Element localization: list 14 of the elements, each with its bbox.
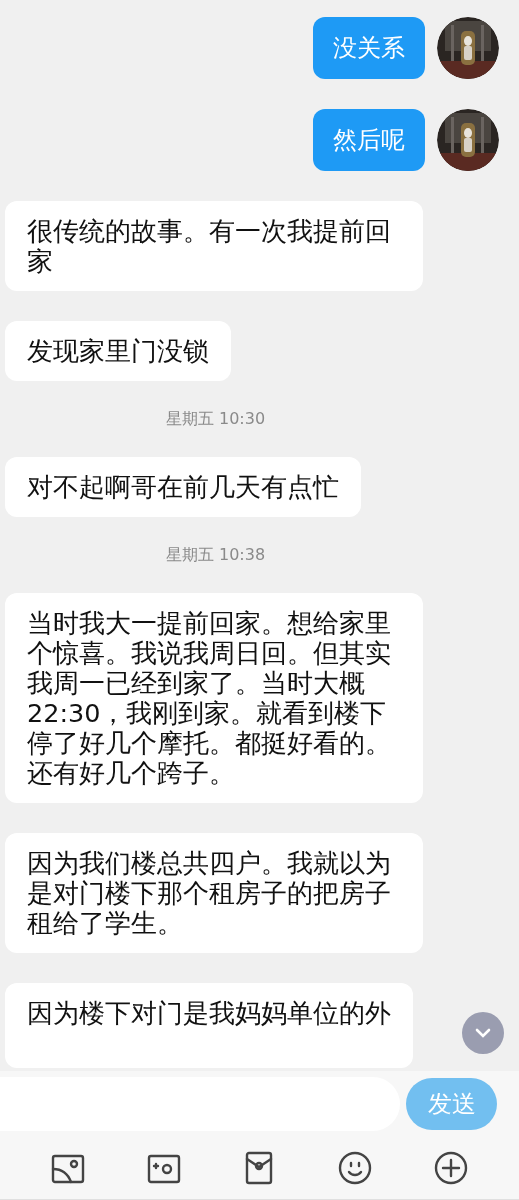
message-bubble: 没关系 <box>313 17 425 79</box>
emoji-icon[interactable] <box>337 1150 374 1186</box>
scroll-down-button[interactable] <box>462 1012 504 1054</box>
message-bubble: 因为楼下对门是我妈妈单位的外 <box>5 983 413 1068</box>
timestamp: 星期五 10:38 <box>165 544 266 566</box>
message-bubble: 很传统的故事。有一次我提前回家 <box>5 201 423 291</box>
message-bubble: 因为我们楼总共四户。我就以为是对门楼下那个租房子的把房子租给了学生。 <box>5 833 423 953</box>
message-bubble: 对不起啊哥在前几天有点忙 <box>5 457 361 517</box>
message-bubble: 当时我大一提前回家。想给家里个惊喜。我说我周日回。但其实我周一已经到家了。当时大概22:30，我刚到家。就看到楼下停了好几个摩托。都挺好看的。还有好几个跨子。 <box>5 593 423 803</box>
add-icon[interactable] <box>433 1150 470 1186</box>
message-bubble: 然后呢 <box>313 109 425 171</box>
message-bubble: 发现家里门没锁 <box>5 321 231 381</box>
send-button[interactable]: 发送 <box>406 1078 497 1130</box>
timestamp: 星期五 10:30 <box>165 408 266 430</box>
